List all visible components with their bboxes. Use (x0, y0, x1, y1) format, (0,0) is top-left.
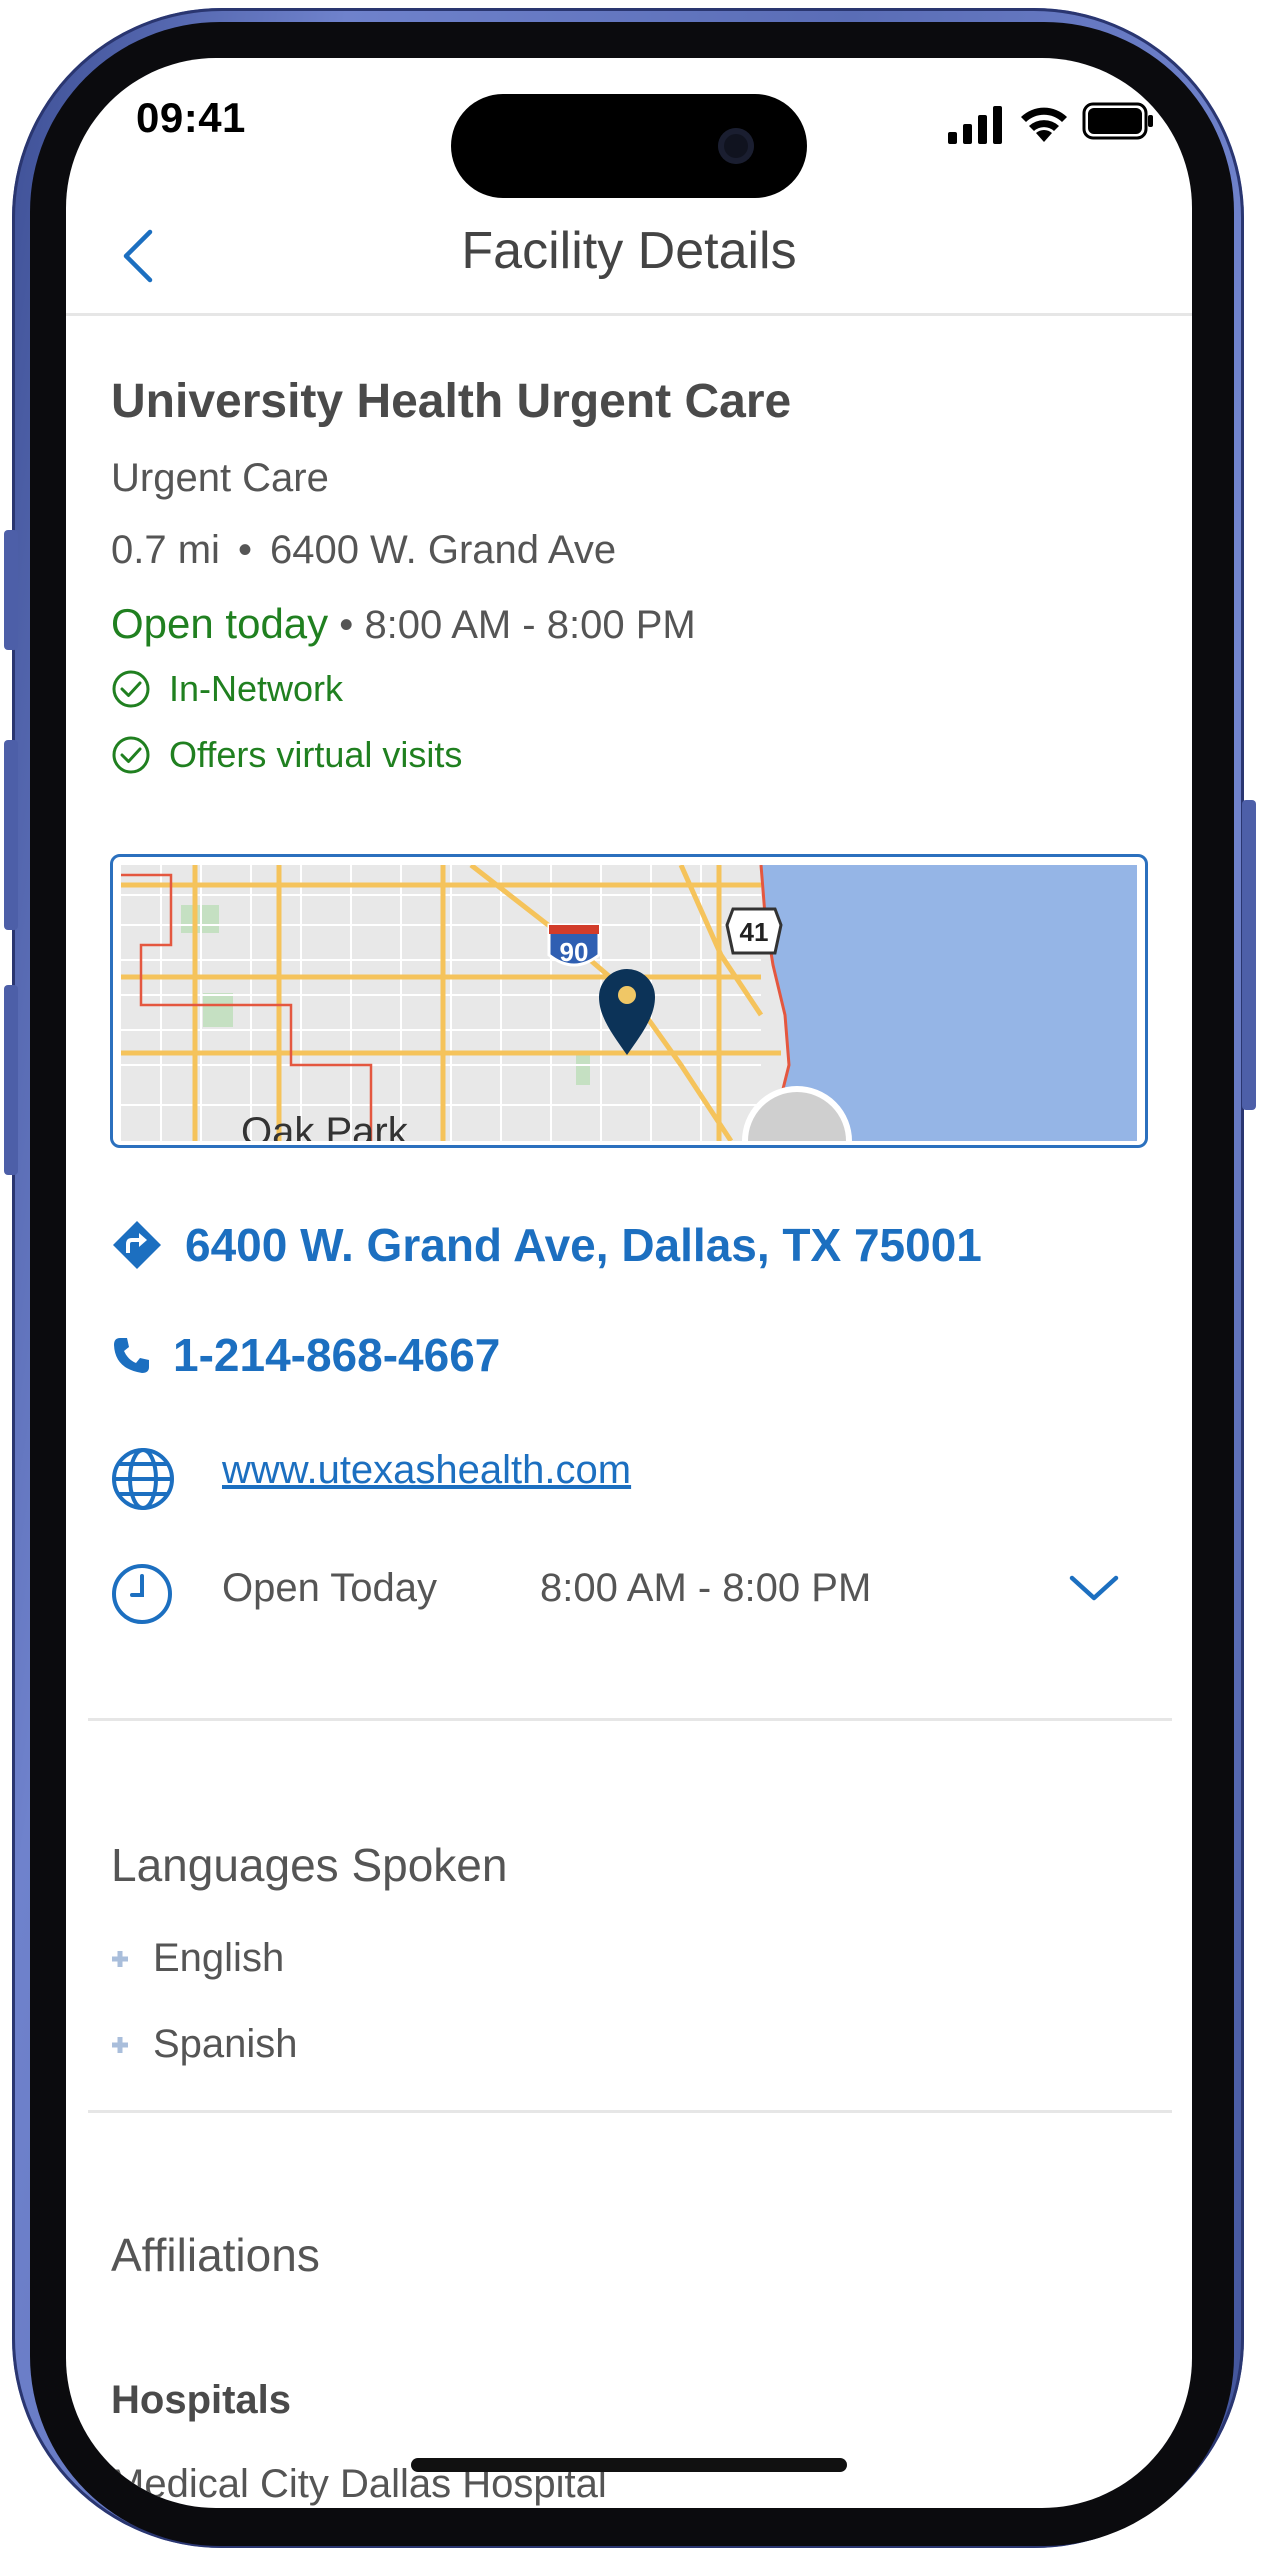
map-image: 90 41 Oak Park (121, 865, 1137, 1141)
clock-icon (112, 1564, 172, 1624)
map-preview[interactable]: 90 41 Oak Park (110, 854, 1148, 1148)
badge-label: Offers virtual visits (169, 734, 463, 775)
globe-icon (112, 1448, 174, 1510)
distance: 0.7 mi (111, 528, 220, 572)
plus-bullet-icon (112, 1950, 128, 1967)
separator: • (237, 528, 252, 572)
check-circle-icon (112, 736, 150, 774)
street: 6400 W. Grand Ave (269, 528, 617, 572)
svg-text:90: 90 (560, 937, 589, 967)
volume-down-button (4, 985, 18, 1175)
home-indicator[interactable] (411, 2458, 847, 2472)
directions-icon (113, 1221, 161, 1269)
page-title: Facility Details (461, 222, 797, 280)
wifi-icon (1021, 107, 1067, 142)
signal-icon (948, 106, 1002, 144)
distance-row: 0.7 mi • 6400 W. Grand Ave (111, 528, 616, 573)
language-name: English (153, 1936, 285, 1980)
hospitals-label: Hospitals (111, 2378, 292, 2422)
address-text: 6400 W. Grand Ave, Dallas, TX 75001 (185, 1219, 982, 1271)
separator: • (339, 603, 354, 647)
open-today-hours: 8:00 AM - 8:00 PM (540, 1566, 872, 1610)
hours: 8:00 AM - 8:00 PM (364, 603, 696, 647)
action-button (4, 530, 18, 650)
facility-type: Urgent Care (111, 456, 329, 500)
open-status: Open today (111, 600, 329, 647)
section-divider (88, 2110, 1172, 2113)
open-today-label: Open Today (222, 1566, 437, 1610)
status-time: 09:41 (136, 94, 246, 141)
camera-icon (718, 128, 754, 164)
list-item: Spanish (111, 2022, 298, 2067)
check-circle-icon (112, 670, 150, 708)
language-name: Spanish (153, 2022, 298, 2066)
highway-41-shield: 41 (725, 907, 783, 955)
website-link[interactable]: www.utexashealth.com (222, 1448, 631, 1493)
affiliations-title: Affiliations (111, 2229, 320, 2281)
plus-bullet-icon (112, 2036, 128, 2053)
chevron-down-icon[interactable] (1068, 1566, 1120, 1606)
phone-link[interactable]: 1-214-868-4667 (111, 1328, 500, 1382)
phone-icon (114, 1338, 149, 1373)
hours-summary: Open today • 8:00 AM - 8:00 PM (111, 600, 696, 648)
battery-icon (1082, 102, 1153, 140)
map-place-label: Oak Park (241, 1110, 409, 1141)
section-divider (88, 1718, 1172, 1721)
badge-virtual-visits: Offers virtual visits (111, 734, 462, 776)
power-button (1242, 800, 1256, 1110)
highway-90-shield: 90 (547, 923, 601, 967)
header-divider (66, 313, 1192, 316)
badge-label: In-Network (169, 668, 344, 709)
facility-name: University Health Urgent Care (111, 375, 792, 428)
phone-text: 1-214-868-4667 (173, 1329, 501, 1381)
list-item: English (111, 1936, 284, 1981)
svg-text:41: 41 (740, 917, 769, 947)
address-link[interactable]: 6400 W. Grand Ave, Dallas, TX 75001 (111, 1218, 982, 1272)
screen: 09:41 Facility Details University Health… (66, 58, 1192, 2508)
badge-in-network: In-Network (111, 668, 343, 710)
languages-title: Languages Spoken (111, 1839, 508, 1891)
volume-up-button (4, 740, 18, 930)
